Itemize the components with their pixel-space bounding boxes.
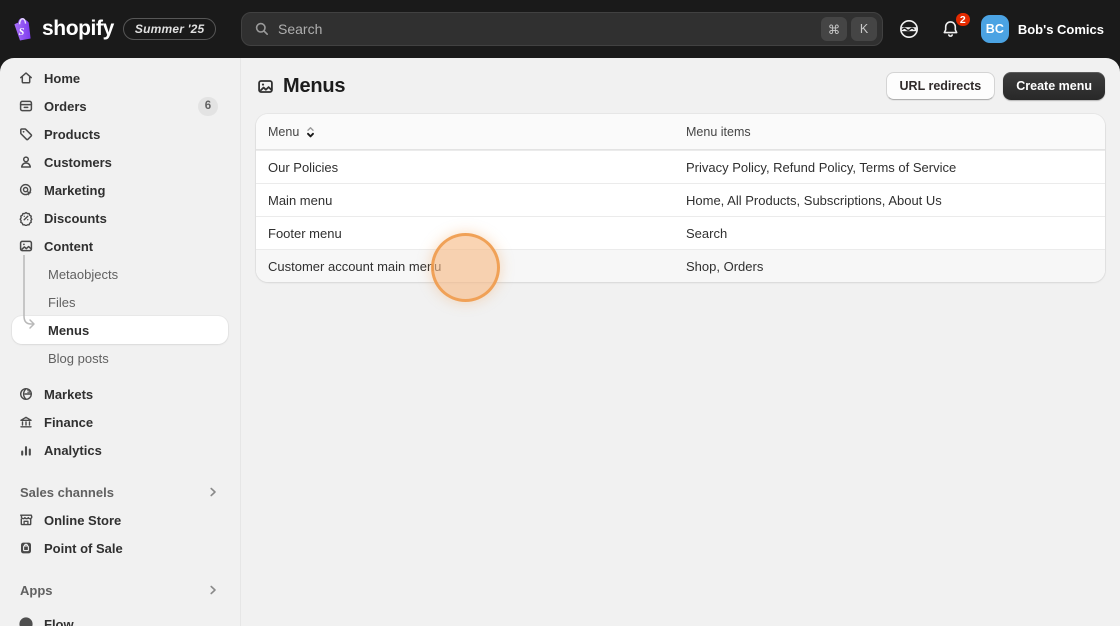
sidebar-item-home[interactable]: Home [12, 64, 228, 92]
online-store-icon [16, 510, 36, 530]
svg-text:S: S [19, 27, 25, 38]
page-header: Menus URL redirects Create menu [256, 66, 1105, 106]
home-icon [16, 68, 36, 88]
svg-text:$: $ [27, 389, 30, 395]
column-header-menu-items: Menu items [686, 124, 751, 139]
store-name: Bob's Comics [1017, 21, 1104, 37]
edition-badge[interactable]: Summer '25 [122, 18, 217, 40]
avatar: BC [980, 15, 1009, 43]
sidebar-item-label: Analytics [44, 442, 102, 458]
sidebar: Home Orders 6 Products Customers Marketi… [0, 58, 241, 626]
sales-channels-header[interactable]: Sales channels [12, 478, 228, 506]
sort-icon[interactable] [304, 125, 317, 139]
global-search-bar[interactable]: ⌘ K [241, 12, 883, 46]
menu-items-cell: Home, All Products, Subscriptions, About… [686, 192, 942, 208]
shopify-bag-icon: S [10, 16, 35, 43]
sidebar-item-label: Files [48, 294, 76, 310]
orders-count-badge: 6 [198, 96, 218, 116]
sidebar-item-label: Marketing [44, 182, 106, 198]
menu-items-cell: Shop, Orders [686, 258, 764, 274]
menu-items-cell: Search [686, 225, 728, 241]
products-tag-icon [16, 124, 36, 144]
k-keycap: K [851, 17, 877, 41]
sidebar-item-files[interactable]: Files [12, 288, 228, 316]
notifications-button[interactable]: 2 [939, 11, 972, 41]
analytics-bars-icon [16, 440, 36, 460]
sidebar-item-label: Markets [44, 386, 94, 402]
sidebar-item-customers[interactable]: Customers [12, 148, 228, 176]
sidebar-item-label: Flow [44, 616, 74, 626]
search-shortcut: ⌘ K [821, 17, 877, 41]
sidebar-item-label: Content [44, 238, 94, 254]
sidebar-item-label: Orders [44, 98, 87, 114]
menu-name-cell[interactable]: Main menu [256, 193, 674, 208]
chevron-right-icon [206, 583, 220, 597]
customers-icon [16, 152, 36, 172]
menus-page-icon [256, 77, 275, 96]
app-icon [16, 614, 36, 626]
sidebar-item-products[interactable]: Products [12, 120, 228, 148]
shopify-wordmark: shopify [42, 17, 114, 40]
notification-count-badge: 2 [953, 11, 972, 28]
topbar: S shopify Summer '25 ⌘ K [0, 0, 1120, 58]
orders-icon [16, 96, 36, 116]
search-input[interactable] [278, 21, 813, 37]
table-header-row: Menu Menu items [256, 114, 1105, 150]
sidebar-item-label: Discounts [44, 210, 107, 226]
main-content: Menus URL redirects Create menu Menu Men… [241, 58, 1120, 626]
cmd-keycap: ⌘ [821, 17, 847, 41]
sidebar-item-metaobjects[interactable]: Metaobjects [12, 260, 228, 288]
menus-table-card: Menu Menu items Our Policies Privacy Pol… [256, 114, 1105, 282]
search-icon [254, 21, 270, 37]
sidebar-item-orders[interactable]: Orders 6 [12, 92, 228, 120]
menu-name-cell[interactable]: Customer account main menu [256, 259, 674, 274]
content-icon [16, 236, 36, 256]
chevron-right-icon [206, 485, 220, 499]
table-row[interactable]: Our Policies Privacy Policy, Refund Poli… [256, 150, 1105, 183]
sidebar-item-markets[interactable]: $ Markets [12, 380, 228, 408]
sidebar-item-label: Products [44, 126, 101, 142]
sidebar-item-label: Blog posts [48, 350, 109, 366]
discounts-icon [16, 208, 36, 228]
sidebar-item-point-of-sale[interactable]: Point of Sale [12, 534, 228, 562]
point-of-sale-icon [16, 538, 36, 558]
sidebar-item-analytics[interactable]: Analytics [12, 436, 228, 464]
sidebar-item-finance[interactable]: Finance [12, 408, 228, 436]
sidebar-item-blog-posts[interactable]: Blog posts [12, 344, 228, 372]
sidebar-item-label: Customers [44, 154, 112, 170]
sidebar-item-label: Point of Sale [44, 540, 123, 556]
create-menu-button[interactable]: Create menu [1003, 72, 1105, 100]
app-frame: Home Orders 6 Products Customers Marketi… [0, 58, 1120, 626]
menu-name-cell[interactable]: Our Policies [256, 160, 674, 175]
sidekick-icon [899, 20, 918, 38]
markets-globe-icon: $ [16, 384, 36, 404]
sidebar-item-app-partial[interactable]: Flow [12, 610, 228, 626]
menu-name-cell[interactable]: Footer menu [256, 226, 674, 241]
column-header-menu[interactable]: Menu [256, 125, 674, 139]
sidebar-item-marketing[interactable]: Marketing [12, 176, 228, 204]
menu-items-cell: Privacy Policy, Refund Policy, Terms of … [686, 159, 957, 175]
table-row-hovered[interactable]: Customer account main menu Shop, Orders [256, 249, 1105, 282]
sidebar-item-discounts[interactable]: Discounts [12, 204, 228, 232]
sidebar-item-label: Menus [48, 322, 90, 338]
sidebar-item-online-store[interactable]: Online Store [12, 506, 228, 534]
sidebar-item-label: Finance [44, 414, 94, 430]
table-row[interactable]: Main menu Home, All Products, Subscripti… [256, 183, 1105, 216]
sidebar-item-content[interactable]: Content [12, 232, 228, 260]
sidebar-item-menus-selected[interactable]: Menus [12, 316, 228, 344]
table-row[interactable]: Footer menu Search [256, 216, 1105, 249]
url-redirects-button[interactable]: URL redirects [885, 72, 996, 100]
sidebar-item-label: Online Store [44, 512, 122, 528]
sidekick-button[interactable] [897, 17, 921, 41]
shopify-logo[interactable]: S shopify [10, 16, 114, 43]
marketing-target-icon [16, 180, 36, 200]
page-title: Menus [283, 74, 346, 97]
sidebar-item-label: Home [44, 70, 81, 86]
sidebar-item-label: Metaobjects [48, 266, 119, 282]
apps-header[interactable]: Apps [12, 576, 228, 604]
finance-bank-icon [16, 412, 36, 432]
account-menu[interactable]: BC Bob's Comics [980, 15, 1104, 43]
